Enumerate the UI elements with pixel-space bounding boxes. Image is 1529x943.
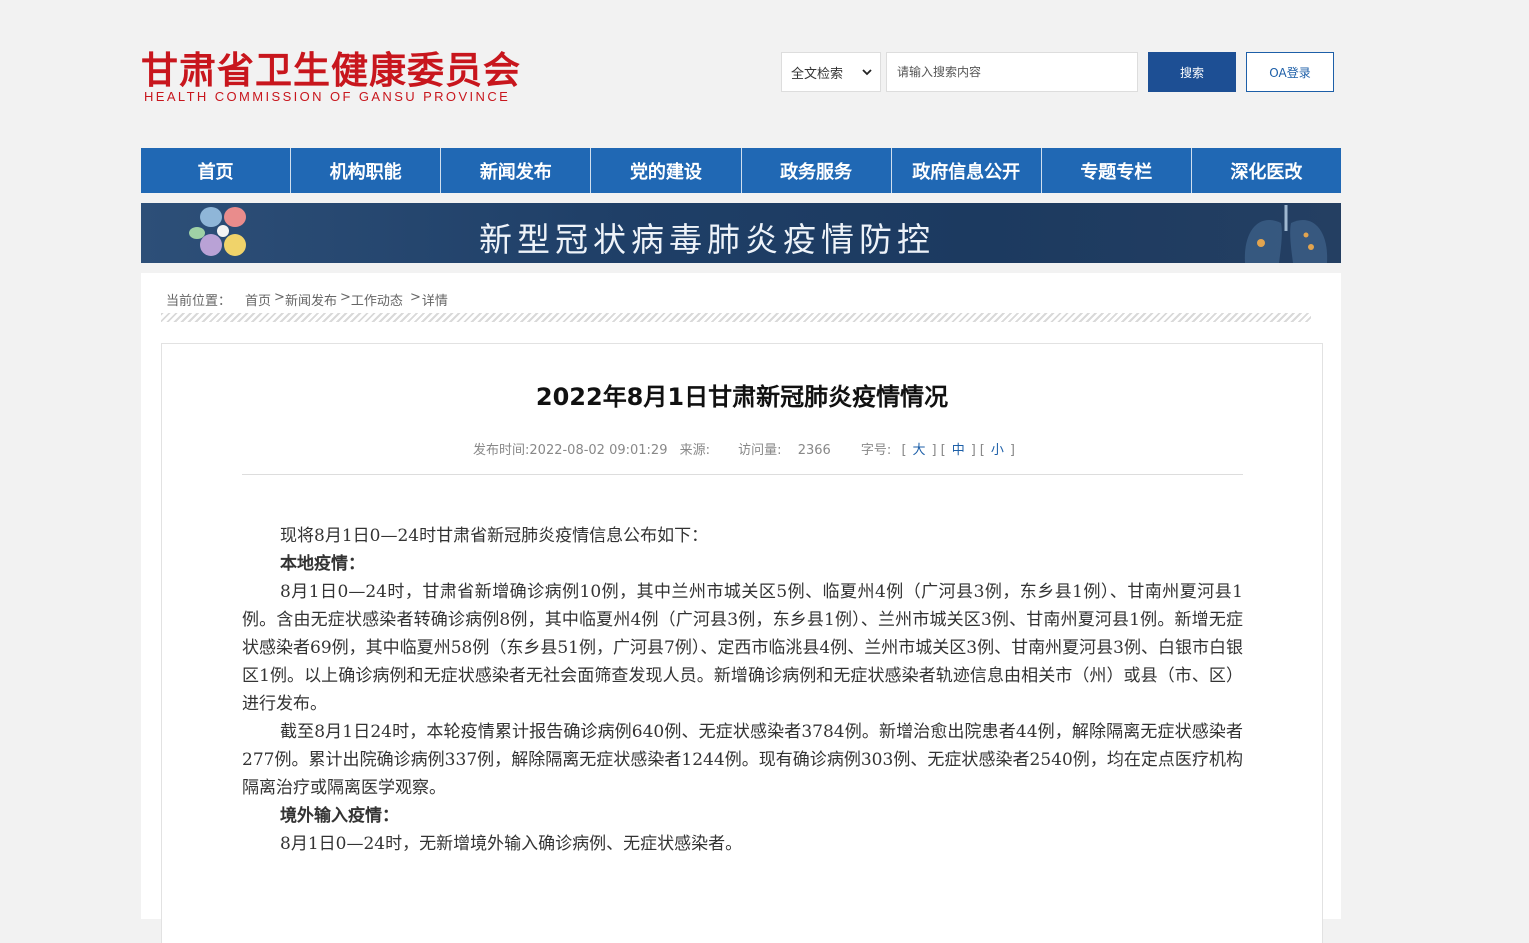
covid-banner[interactable]: 新型冠状病毒肺炎疫情防控 xyxy=(141,203,1341,263)
content-area: 当前位置： 首页 > 新闻发布 > 工作动态 > 详情 2022年8月1日甘肃新… xyxy=(141,273,1341,943)
views-label: 访问量: xyxy=(738,443,782,458)
site-logo-title[interactable]: 甘肃省卫生健康委员会 xyxy=(141,40,521,94)
nav-item-reform[interactable]: 深化医改 xyxy=(1192,148,1341,193)
fontsize-small-button[interactable]: 小 xyxy=(991,443,1004,458)
article-paragraph: 8月1日0—24时，无新增境外输入确诊病例、无症状感染者。 xyxy=(280,834,743,854)
nav-item-home[interactable]: 首页 xyxy=(141,148,292,193)
search-scope-value: 全文检索 xyxy=(791,66,844,82)
flower-logo-icon xyxy=(189,207,246,256)
views-count: 2366 xyxy=(797,443,831,458)
fontsize-large-button[interactable]: 大 xyxy=(913,443,926,458)
nav-item-functions[interactable]: 机构职能 xyxy=(291,148,442,193)
breadcrumb-work[interactable]: 工作动态 xyxy=(351,290,403,309)
article-title: 2022年8月1日甘肃新冠肺炎疫情情况 xyxy=(535,383,949,411)
article-meta: 发布时间:2022-08-02 09:01:29 来源: 访问量: 2366 字… xyxy=(473,443,1015,458)
article-body: 现将8月1日0—24时甘肃省新冠肺炎疫情信息公布如下： 本地疫情： 8月1日0—… xyxy=(242,522,1243,858)
nav-item-services[interactable]: 政务服务 xyxy=(742,148,892,193)
meta-divider xyxy=(242,474,1243,475)
banner-title: 新型冠状病毒肺炎疫情防控 xyxy=(479,220,935,259)
source-label: 来源: xyxy=(679,443,711,458)
breadcrumb-news[interactable]: 新闻发布 xyxy=(285,290,337,309)
article-paragraph: 现将8月1日0—24时甘肃省新冠肺炎疫情信息公布如下： xyxy=(280,526,709,546)
publish-label: 发布时间: xyxy=(473,443,530,458)
nav-item-topics[interactable]: 专题专栏 xyxy=(1042,148,1192,193)
article-panel: 2022年8月1日甘肃新冠肺炎疫情情况 发布时间:2022-08-02 09:0… xyxy=(161,343,1323,943)
fontsize-label: 字号: xyxy=(860,443,892,458)
breadcrumb-label: 当前位置： xyxy=(166,294,232,309)
publish-time: 2022-08-02 09:01:29 xyxy=(529,443,668,458)
nav-item-party[interactable]: 党的建设 xyxy=(591,148,742,193)
article-paragraph: 截至8月1日24时，本轮疫情累计报告确诊病例640例、无症状感染者3784例。新… xyxy=(242,722,1243,798)
fontsize-medium-button[interactable]: 中 xyxy=(952,443,965,458)
nav-item-news[interactable]: 新闻发布 xyxy=(441,148,592,193)
breadcrumb-current: 详情 xyxy=(421,294,448,309)
main-nav: 首页 机构职能 新闻发布 党的建设 政务服务 政府信息公开 专题专栏 深化医改 xyxy=(141,148,1341,193)
site-header: 甘肃省卫生健康委员会 HEALTH COMMISSION OF GANSU PR… xyxy=(0,0,1529,148)
breadcrumb-home[interactable]: 首页 xyxy=(245,290,271,309)
oa-login-button[interactable]: OA登录 xyxy=(1246,52,1334,92)
search-button[interactable]: 搜索 xyxy=(1148,52,1236,92)
nav-item-disclosure[interactable]: 政府信息公开 xyxy=(892,148,1042,193)
section-heading-local: 本地疫情： xyxy=(280,554,365,574)
hatch-divider xyxy=(161,313,1311,322)
site-logo-subtitle: HEALTH COMMISSION OF GANSU PROVINCE xyxy=(144,89,511,104)
search-input[interactable] xyxy=(886,52,1138,92)
lungs-icon xyxy=(1244,205,1328,263)
article-paragraph: 8月1日0—24时，甘肃省新增确诊病例10例，其中兰州市城关区5例、临夏州4例（… xyxy=(242,582,1243,714)
chevron-down-icon xyxy=(862,69,872,76)
search-scope-select[interactable]: 全文检索 xyxy=(781,52,881,92)
section-heading-imported: 境外输入疫情： xyxy=(280,806,399,826)
breadcrumb: 当前位置： 首页 > 新闻发布 > 工作动态 > 详情 xyxy=(166,290,448,309)
